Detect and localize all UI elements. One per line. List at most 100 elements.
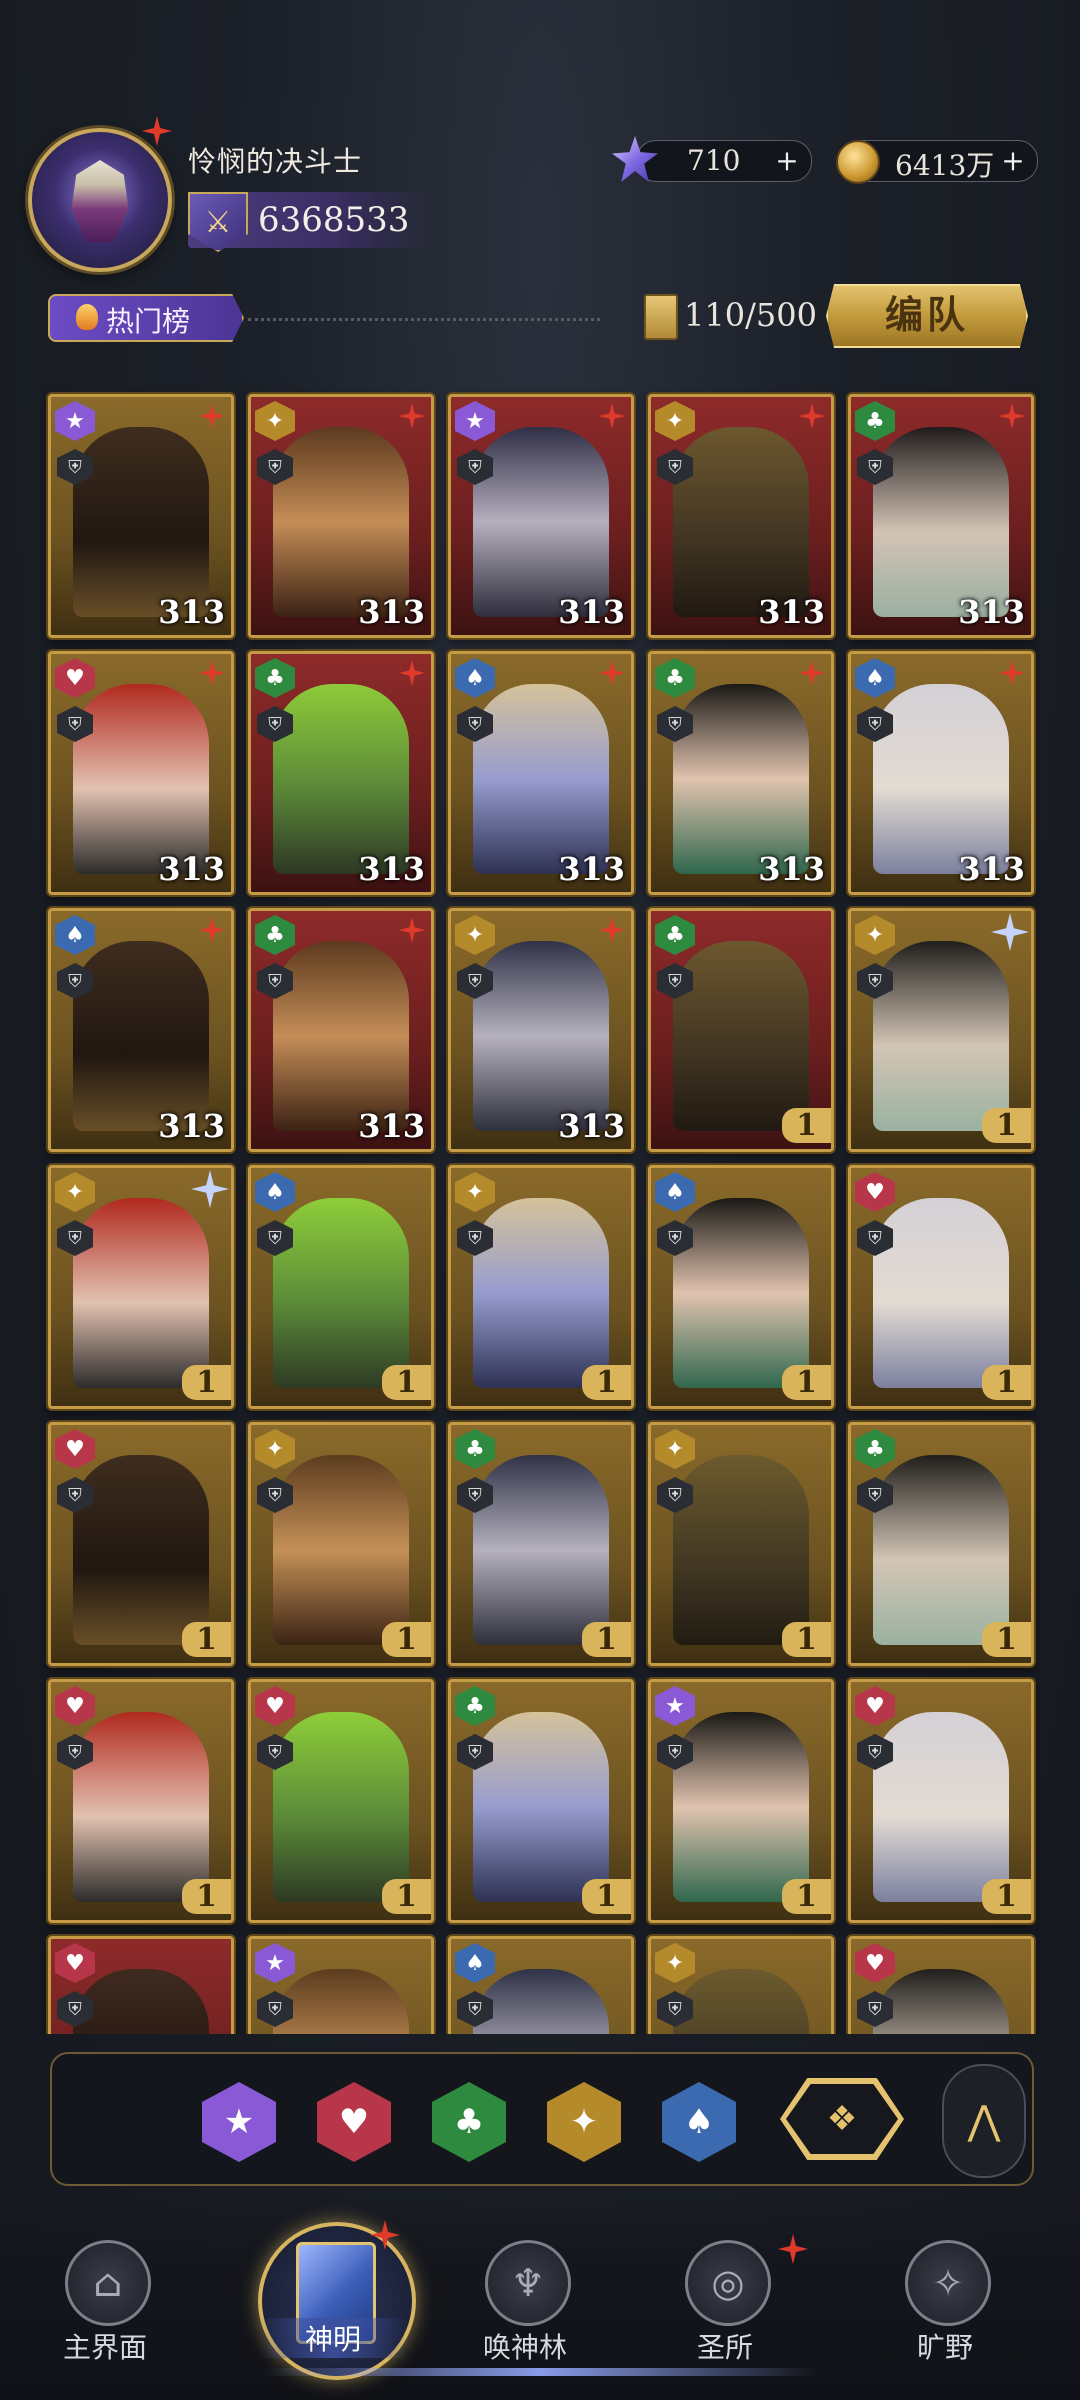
hero-card[interactable]: ♠ ⛨ 313 xyxy=(48,908,234,1152)
star-icon: ★ xyxy=(223,2102,255,2142)
nav-sanctuary[interactable]: ◎ 圣所 xyxy=(640,2230,810,2380)
hero-card[interactable]: ♣ ⛨ 1 xyxy=(448,1422,634,1666)
crossed-swords-icon: ⚔ xyxy=(188,192,248,252)
filter-all-button[interactable]: ❖ xyxy=(780,2078,904,2160)
hero-card[interactable]: ♣ ⛨ 1 xyxy=(848,1422,1034,1666)
hero-card[interactable]: ★ ⛨ 313 xyxy=(448,394,634,638)
hero-card[interactable]: ✦ ⛨ 1 xyxy=(48,1165,234,1409)
filter-club-button[interactable]: ♣ xyxy=(432,2082,506,2162)
hero-portrait xyxy=(273,684,409,874)
hero-card[interactable]: ♣ ⛨ 1 xyxy=(648,908,834,1152)
hero-card[interactable]: ★ ⛨ 1 xyxy=(648,1679,834,1923)
hero-card[interactable]: ♥ ⛨ xyxy=(848,1936,1034,2034)
filter-star-button[interactable]: ★ xyxy=(202,2082,276,2162)
hero-portrait xyxy=(273,1198,409,1388)
hero-level: 1 xyxy=(382,1365,431,1400)
add-coins-button[interactable]: + xyxy=(999,147,1027,175)
hero-level: 1 xyxy=(782,1108,831,1143)
hero-level: 313 xyxy=(158,1107,225,1145)
filter-heart-button[interactable]: ♥ xyxy=(317,2082,391,2162)
hero-card[interactable]: ♥ ⛨ 1 xyxy=(248,1679,434,1923)
sanctuary-icon: ◎ xyxy=(685,2240,771,2326)
red-star-badge-icon xyxy=(599,917,625,943)
player-avatar[interactable] xyxy=(28,128,172,272)
club-faction-icon: ♣ xyxy=(855,401,895,441)
avatar-portrait xyxy=(71,160,129,242)
hero-card[interactable]: ♥ ⛨ xyxy=(48,1936,234,2034)
hero-card[interactable]: ♠ ⛨ 1 xyxy=(248,1165,434,1409)
hero-level: 313 xyxy=(358,593,425,631)
team-formation-button[interactable]: 编队 xyxy=(826,284,1028,348)
hero-card[interactable]: ★ ⛨ xyxy=(248,1936,434,2034)
sparkle-icon: ✦ xyxy=(569,2102,599,2142)
roster-count: 110/500 xyxy=(684,296,817,334)
gem-amount: 710 xyxy=(687,144,741,177)
hero-card[interactable]: ✦ ⛨ 1 xyxy=(848,908,1034,1152)
home-icon: ⌂ xyxy=(65,2240,151,2326)
power-value: 6368533 xyxy=(258,200,410,240)
heart-icon: ♥ xyxy=(338,2102,370,2142)
nav-main-label: 主界面 xyxy=(62,2331,147,2364)
hero-card[interactable]: ♠ ⛨ 1 xyxy=(648,1165,834,1409)
avatar-notification-star xyxy=(142,116,172,146)
hero-portrait xyxy=(873,1455,1009,1645)
red-star-badge-icon xyxy=(999,660,1025,686)
hero-card[interactable]: ♥ ⛨ 1 xyxy=(48,1679,234,1923)
hero-portrait xyxy=(473,1712,609,1902)
nav-wilderness[interactable]: ✧ 旷野 xyxy=(860,2230,1030,2380)
hero-card[interactable]: ♣ ⛨ 313 xyxy=(848,394,1034,638)
hero-card[interactable]: ♣ ⛨ 313 xyxy=(248,651,434,895)
hero-card[interactable]: ✦ ⛨ 1 xyxy=(248,1422,434,1666)
hero-card[interactable]: ✦ ⛨ xyxy=(648,1936,834,2034)
hero-card[interactable]: ♠ ⛨ xyxy=(448,1936,634,2034)
nav-summon-forest[interactable]: ♆ 唤神林 xyxy=(440,2230,610,2380)
hero-portrait xyxy=(73,1455,209,1645)
nav-main[interactable]: ⌂ 主界面 xyxy=(20,2230,190,2380)
hero-card[interactable]: ♠ ⛨ 313 xyxy=(848,651,1034,895)
hero-card[interactable]: ♣ ⛨ 1 xyxy=(448,1679,634,1923)
filter-diamond-button[interactable]: ✦ xyxy=(547,2082,621,2162)
hero-card-grid: ★ ⛨ 313 ✦ ⛨ 313 ★ ⛨ 313 ✦ ⛨ 313 ♣ ⛨ 313 ♥ ⛨ 313 ♣ ⛨ 313 ♠ ⛨ 313… xyxy=(40,384,1040,2034)
hero-portrait xyxy=(673,1969,809,2034)
power-display: ⚔ 6368533 xyxy=(188,192,433,252)
filter-spade-button[interactable]: ♠ xyxy=(662,2082,736,2162)
hero-card[interactable]: ✦ ⛨ 313 xyxy=(448,908,634,1152)
red-star-badge-icon xyxy=(599,660,625,686)
hero-card[interactable]: ♥ ⛨ 1 xyxy=(848,1679,1034,1923)
hero-card[interactable]: ✦ ⛨ 1 xyxy=(648,1422,834,1666)
hero-card[interactable]: ♥ ⛨ 1 xyxy=(48,1422,234,1666)
hero-card[interactable]: ★ ⛨ 313 xyxy=(48,394,234,638)
club-faction-icon: ♣ xyxy=(655,915,695,955)
hero-card[interactable]: ✦ ⛨ 1 xyxy=(448,1165,634,1409)
hero-card[interactable]: ♣ ⛨ 313 xyxy=(248,908,434,1152)
club-faction-icon: ♣ xyxy=(655,658,695,698)
hero-portrait xyxy=(473,1198,609,1388)
diamond-faction-icon: ✦ xyxy=(655,1943,695,1983)
hot-ranking-label: 热门榜 xyxy=(106,305,191,338)
red-star-badge-icon xyxy=(999,403,1025,429)
collapse-filter-button[interactable]: ⋀ xyxy=(942,2064,1026,2178)
hero-portrait xyxy=(73,1712,209,1902)
hero-portrait xyxy=(73,1198,209,1388)
add-gems-button[interactable]: + xyxy=(773,147,801,175)
club-faction-icon: ♣ xyxy=(455,1429,495,1469)
hero-card[interactable]: ♥ ⛨ 313 xyxy=(48,651,234,895)
heart-faction-icon: ♥ xyxy=(855,1686,895,1726)
hero-portrait xyxy=(73,427,209,617)
hero-portrait xyxy=(473,941,609,1131)
hero-level: 313 xyxy=(158,593,225,631)
hero-level: 1 xyxy=(382,1622,431,1657)
hot-ranking-tab[interactable]: 热门榜 xyxy=(48,294,244,342)
hero-card[interactable]: ✦ ⛨ 313 xyxy=(248,394,434,638)
player-name: 怜悯的决斗士 xyxy=(188,145,363,178)
hero-card[interactable]: ♣ ⛨ 313 xyxy=(648,651,834,895)
hero-level: 1 xyxy=(182,1365,231,1400)
hero-card[interactable]: ♠ ⛨ 313 xyxy=(448,651,634,895)
diamond-faction-icon: ✦ xyxy=(455,1172,495,1212)
hero-level: 313 xyxy=(358,850,425,888)
red-star-badge-icon xyxy=(199,403,225,429)
hero-card[interactable]: ✦ ⛨ 313 xyxy=(648,394,834,638)
coin-icon xyxy=(836,140,880,184)
hero-card[interactable]: ♥ ⛨ 1 xyxy=(848,1165,1034,1409)
diamond-faction-icon: ✦ xyxy=(55,1172,95,1212)
